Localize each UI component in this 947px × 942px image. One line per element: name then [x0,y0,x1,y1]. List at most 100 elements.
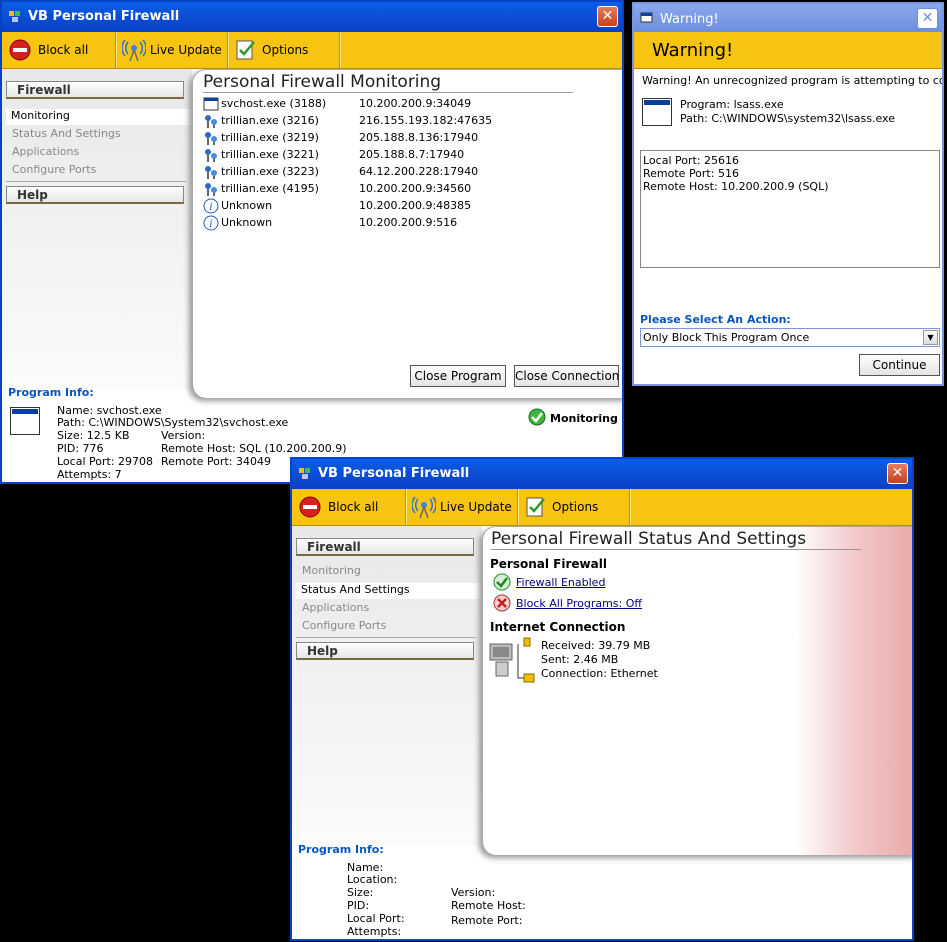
block-all-label: Block all [328,500,379,514]
connection-row[interactable]: trillian.exe (3216) 216.155.193.182:47635 [203,113,503,129]
antenna-icon [412,496,436,519]
connection-row[interactable]: trillian.exe (3221) 205.188.8.7:17940 [203,147,503,163]
trillian-icon [203,130,219,146]
pi-remote-host: Remote Host: [451,899,526,912]
pi-remote-port: Remote Port: [451,914,523,927]
trillian-icon [203,181,219,197]
connection-row[interactable]: svchost.exe (3188) 10.200.200.9:34049 [203,96,503,112]
pi-version: Version: [451,886,496,899]
pi-local-port: Local Port: 29708 [57,455,154,468]
svg-text:i: i [209,219,212,230]
connection-row[interactable]: trillian.exe (4195) 10.200.200.9:34560 [203,181,503,197]
pi-size: Size: 12.5 KB [57,429,130,442]
connection-address: 216.155.193.182:47635 [359,114,493,127]
pi-path: Path: C:\WINDOWS\System32\svchost.exe [57,416,289,429]
action-select[interactable]: Only Block This Program Once ▼ [640,328,940,347]
close-button[interactable]: ✕ [597,6,618,27]
toolbar: Block all Live Update Options [292,489,912,526]
pi-pid: PID: 776 [57,442,104,455]
sidebar-item-configure-ports[interactable]: Configure Ports [302,619,386,632]
close-button[interactable]: ✕ [887,463,908,484]
check-icon [528,408,546,426]
connection-address: 10.200.200.9:34560 [359,182,472,195]
options-button[interactable]: Options [518,489,630,525]
sidebar-item-configure-ports[interactable]: Configure Ports [12,163,96,176]
connection-row[interactable]: i Unknown 10.200.200.9:48385 [203,198,503,214]
connection-process: trillian.exe (4195) [221,182,319,195]
pi-local-port: Local Port: [347,912,405,925]
live-update-button[interactable]: Live Update [406,489,518,525]
monitoring-status: Monitoring [550,412,618,425]
check-icon [493,573,511,591]
program-window-icon [10,407,40,435]
info-icon: i [203,215,219,231]
continue-button[interactable]: Continue [859,354,940,376]
connection-row[interactable]: i Unknown 10.200.200.9:516 [203,215,503,231]
antenna-icon [122,39,146,62]
warning-heading: Warning! [652,40,734,61]
sidebar-item-status-settings[interactable]: Status And Settings [296,583,487,599]
connection-row[interactable]: trillian.exe (3219) 205.188.8.136:17940 [203,130,503,146]
window-titlebar[interactable]: VB Personal Firewall ✕ [2,2,622,32]
sidebar-item-monitoring[interactable]: Monitoring [6,109,197,125]
warning-header-band: Warning! [634,32,942,69]
chevron-down-icon: ▼ [923,330,938,345]
pi-remote-port: Remote Port: 34049 [161,455,271,468]
warning-details-box[interactable]: Local Port: 25616 Remote Port: 516 Remot… [640,150,940,268]
checklist-icon [526,497,545,517]
live-update-button[interactable]: Live Update [116,32,228,68]
live-update-label: Live Update [150,43,222,57]
toolbar: Block all Live Update Options [2,32,622,69]
warning-titlebar[interactable]: Warning! ✕ [634,4,942,32]
connection-row[interactable]: trillian.exe (3223) 64.12.200.228:17940 [203,164,503,180]
action-label: Please Select An Action: [640,313,791,326]
pi-location: Location: [347,873,398,886]
connection-process: Unknown [221,216,273,229]
connection-address: 10.200.200.9:516 [359,216,458,229]
window-titlebar[interactable]: VB Personal Firewall ✕ [292,459,912,489]
close-program-button[interactable]: Close Program [410,365,506,387]
sidebar-item-status-settings[interactable]: Status And Settings [12,127,121,140]
sidebar: Firewall Monitoring Status And Settings … [2,69,197,389]
close-connection-button[interactable]: Close Connection [514,365,619,387]
pi-remote-host: Remote Host: SQL (10.200.200.9) [161,442,347,455]
block-all-button[interactable]: Block all [292,489,406,525]
svg-text:i: i [209,202,212,213]
warning-message: Warning! An unrecognized program is atte… [642,74,942,87]
connection-process: trillian.exe (3223) [221,165,319,178]
connection-address: 205.188.8.7:17940 [359,148,465,161]
warning-program-icon [642,98,672,126]
sidebar-item-applications[interactable]: Applications [302,601,369,614]
app-icon [299,468,310,479]
connection-process: trillian.exe (3221) [221,148,319,161]
info-icon: i [203,198,219,214]
sidebar-header-help[interactable]: Help [296,642,474,660]
section-internet-connection: Internet Connection [490,620,626,634]
pi-version: Version: [161,429,206,442]
connection-address: 10.200.200.9:34049 [359,97,472,110]
sidebar-header-help[interactable]: Help [6,186,184,204]
pi-attempts: Attempts: [347,925,402,938]
program-info-title: Program Info: [298,843,384,856]
sidebar-header-firewall[interactable]: Firewall [6,81,184,99]
sidebar-divider [6,181,186,182]
sidebar-header-firewall[interactable]: Firewall [296,538,474,556]
firewall-enabled-link[interactable]: Firewall Enabled [516,576,605,589]
sidebar-item-applications[interactable]: Applications [12,145,79,158]
block-all-programs-link[interactable]: Block All Programs: Off [516,597,642,610]
options-button[interactable]: Options [228,32,340,68]
sent-stat: Sent: 2.46 MB [541,653,619,666]
live-update-label: Live Update [440,500,512,514]
trillian-icon [203,147,219,163]
warning-program: Program: lsass.exe [680,98,784,111]
block-all-button[interactable]: Block all [2,32,116,68]
trillian-icon [203,164,219,180]
stop-icon [299,496,321,518]
sidebar-item-monitoring[interactable]: Monitoring [302,564,361,577]
connection-process: trillian.exe (3219) [221,131,319,144]
warning-remote-host: Remote Host: 10.200.200.9 (SQL) [643,180,829,193]
section-personal-firewall: Personal Firewall [490,557,607,571]
trillian-icon [203,113,219,129]
page-title: Personal Firewall Status And Settings [491,529,861,550]
warning-close-button[interactable]: ✕ [917,8,938,29]
